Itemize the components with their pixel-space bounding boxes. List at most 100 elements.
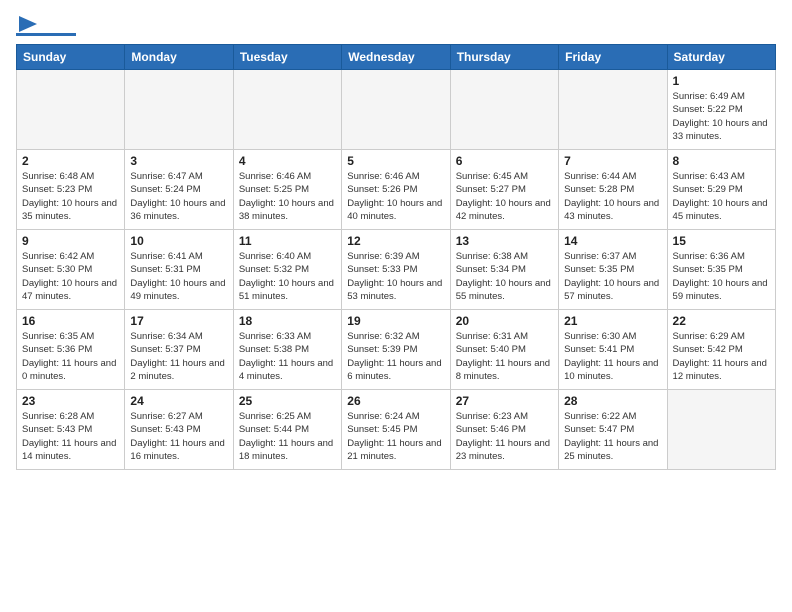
day-info: Sunrise: 6:29 AM Sunset: 5:42 PM Dayligh…	[673, 330, 770, 383]
day-number: 23	[22, 394, 119, 408]
weekday-header-row: SundayMondayTuesdayWednesdayThursdayFrid…	[17, 45, 776, 70]
calendar-day-cell: 7Sunrise: 6:44 AM Sunset: 5:28 PM Daylig…	[559, 150, 667, 230]
day-info: Sunrise: 6:30 AM Sunset: 5:41 PM Dayligh…	[564, 330, 661, 383]
day-info: Sunrise: 6:23 AM Sunset: 5:46 PM Dayligh…	[456, 410, 553, 463]
day-info: Sunrise: 6:25 AM Sunset: 5:44 PM Dayligh…	[239, 410, 336, 463]
calendar-day-cell: 26 Sunrise: 6:24 AM Sunset: 5:45 PM Dayli…	[342, 390, 450, 470]
calendar-day-cell: 17 Sunrise: 6:34 AM Sunset: 5:37 PM Dayli…	[125, 310, 233, 390]
day-number: 15	[673, 234, 770, 248]
calendar-day-cell: 10 Sunrise: 6:41 AM Sunset: 5:31 PM Dayli…	[125, 230, 233, 310]
page-container: SundayMondayTuesdayWednesdayThursdayFrid…	[0, 0, 792, 478]
logo-arrow-icon	[19, 16, 37, 32]
logo	[16, 16, 76, 36]
day-info: Sunrise: 6:43 AM Sunset: 5:29 PM Dayligh…	[673, 170, 770, 223]
day-info: Sunrise: 6:45 AM Sunset: 5:27 PM Dayligh…	[456, 170, 553, 223]
calendar-week-row: 9 Sunrise: 6:42 AM Sunset: 5:30 PM Daylig…	[17, 230, 776, 310]
day-number: 5	[347, 154, 444, 168]
day-number: 9	[22, 234, 119, 248]
calendar-week-row: 2 Sunrise: 6:48 AM Sunset: 5:23 PM Daylig…	[17, 150, 776, 230]
day-number: 13	[456, 234, 553, 248]
day-number: 14	[564, 234, 661, 248]
day-number: 20	[456, 314, 553, 328]
header	[16, 16, 776, 36]
calendar-day-cell: 14 Sunrise: 6:37 AM Sunset: 5:35 PM Dayli…	[559, 230, 667, 310]
calendar-day-cell: 6 Sunrise: 6:45 AM Sunset: 5:27 PM Daylig…	[450, 150, 558, 230]
day-info: Sunrise: 6:46 AM Sunset: 5:26 PM Dayligh…	[347, 170, 444, 223]
day-number: 1	[673, 74, 770, 88]
day-number: 12	[347, 234, 444, 248]
weekday-header-thursday: Thursday	[450, 45, 558, 70]
calendar-day-cell: 16 Sunrise: 6:35 AM Sunset: 5:36 PM Dayli…	[17, 310, 125, 390]
calendar-day-cell: 18 Sunrise: 6:33 AM Sunset: 5:38 PM Dayli…	[233, 310, 341, 390]
day-info: Sunrise: 6:31 AM Sunset: 5:40 PM Dayligh…	[456, 330, 553, 383]
calendar-day-cell: 20 Sunrise: 6:31 AM Sunset: 5:40 PM Dayli…	[450, 310, 558, 390]
day-info: Sunrise: 6:32 AM Sunset: 5:39 PM Dayligh…	[347, 330, 444, 383]
calendar-day-cell: 15 Sunrise: 6:36 AM Sunset: 5:35 PM Dayli…	[667, 230, 775, 310]
day-info: Sunrise: 6:47 AM Sunset: 5:24 PM Dayligh…	[130, 170, 227, 223]
calendar-day-cell: 9 Sunrise: 6:42 AM Sunset: 5:30 PM Daylig…	[17, 230, 125, 310]
calendar-day-cell	[233, 70, 341, 150]
calendar-day-cell: 21 Sunrise: 6:30 AM Sunset: 5:41 PM Dayli…	[559, 310, 667, 390]
calendar-day-cell: 3Sunrise: 6:47 AM Sunset: 5:24 PM Daylig…	[125, 150, 233, 230]
calendar-day-cell: 13Sunrise: 6:38 AM Sunset: 5:34 PM Dayli…	[450, 230, 558, 310]
day-info: Sunrise: 6:37 AM Sunset: 5:35 PM Dayligh…	[564, 250, 661, 303]
day-number: 26	[347, 394, 444, 408]
day-info: Sunrise: 6:36 AM Sunset: 5:35 PM Dayligh…	[673, 250, 770, 303]
day-number: 24	[130, 394, 227, 408]
calendar-day-cell: 23 Sunrise: 6:28 AM Sunset: 5:43 PM Dayli…	[17, 390, 125, 470]
day-number: 25	[239, 394, 336, 408]
weekday-header-tuesday: Tuesday	[233, 45, 341, 70]
calendar-day-cell	[559, 70, 667, 150]
calendar-day-cell	[450, 70, 558, 150]
day-number: 2	[22, 154, 119, 168]
day-number: 21	[564, 314, 661, 328]
day-info: Sunrise: 6:42 AM Sunset: 5:30 PM Dayligh…	[22, 250, 119, 303]
calendar-day-cell: 8 Sunrise: 6:43 AM Sunset: 5:29 PM Daylig…	[667, 150, 775, 230]
calendar-day-cell: 28Sunrise: 6:22 AM Sunset: 5:47 PM Dayli…	[559, 390, 667, 470]
calendar-day-cell	[342, 70, 450, 150]
day-info: Sunrise: 6:28 AM Sunset: 5:43 PM Dayligh…	[22, 410, 119, 463]
calendar-table: SundayMondayTuesdayWednesdayThursdayFrid…	[16, 44, 776, 470]
day-number: 28	[564, 394, 661, 408]
day-number: 18	[239, 314, 336, 328]
day-info: Sunrise: 6:39 AM Sunset: 5:33 PM Dayligh…	[347, 250, 444, 303]
calendar-day-cell: 1 Sunrise: 6:49 AM Sunset: 5:22 PM Daylig…	[667, 70, 775, 150]
calendar-day-cell: 5 Sunrise: 6:46 AM Sunset: 5:26 PM Daylig…	[342, 150, 450, 230]
day-info: Sunrise: 6:49 AM Sunset: 5:22 PM Dayligh…	[673, 90, 770, 143]
day-info: Sunrise: 6:33 AM Sunset: 5:38 PM Dayligh…	[239, 330, 336, 383]
calendar-day-cell: 24Sunrise: 6:27 AM Sunset: 5:43 PM Dayli…	[125, 390, 233, 470]
weekday-header-wednesday: Wednesday	[342, 45, 450, 70]
calendar-week-row: 1 Sunrise: 6:49 AM Sunset: 5:22 PM Daylig…	[17, 70, 776, 150]
calendar-day-cell: 27 Sunrise: 6:23 AM Sunset: 5:46 PM Dayli…	[450, 390, 558, 470]
calendar-day-cell: 11Sunrise: 6:40 AM Sunset: 5:32 PM Dayli…	[233, 230, 341, 310]
calendar-day-cell: 4Sunrise: 6:46 AM Sunset: 5:25 PM Daylig…	[233, 150, 341, 230]
weekday-header-sunday: Sunday	[17, 45, 125, 70]
calendar-day-cell: 22 Sunrise: 6:29 AM Sunset: 5:42 PM Dayli…	[667, 310, 775, 390]
day-number: 16	[22, 314, 119, 328]
day-info: Sunrise: 6:41 AM Sunset: 5:31 PM Dayligh…	[130, 250, 227, 303]
weekday-header-saturday: Saturday	[667, 45, 775, 70]
calendar-day-cell: 25 Sunrise: 6:25 AM Sunset: 5:44 PM Dayli…	[233, 390, 341, 470]
day-info: Sunrise: 6:48 AM Sunset: 5:23 PM Dayligh…	[22, 170, 119, 223]
weekday-header-monday: Monday	[125, 45, 233, 70]
day-info: Sunrise: 6:46 AM Sunset: 5:25 PM Dayligh…	[239, 170, 336, 223]
day-info: Sunrise: 6:35 AM Sunset: 5:36 PM Dayligh…	[22, 330, 119, 383]
day-info: Sunrise: 6:34 AM Sunset: 5:37 PM Dayligh…	[130, 330, 227, 383]
day-number: 19	[347, 314, 444, 328]
day-number: 10	[130, 234, 227, 248]
day-number: 22	[673, 314, 770, 328]
day-info: Sunrise: 6:24 AM Sunset: 5:45 PM Dayligh…	[347, 410, 444, 463]
day-number: 17	[130, 314, 227, 328]
calendar-day-cell: 12 Sunrise: 6:39 AM Sunset: 5:33 PM Dayli…	[342, 230, 450, 310]
day-number: 6	[456, 154, 553, 168]
logo-underline	[16, 33, 76, 36]
day-number: 27	[456, 394, 553, 408]
day-number: 8	[673, 154, 770, 168]
weekday-header-friday: Friday	[559, 45, 667, 70]
day-info: Sunrise: 6:44 AM Sunset: 5:28 PM Dayligh…	[564, 170, 661, 223]
day-info: Sunrise: 6:40 AM Sunset: 5:32 PM Dayligh…	[239, 250, 336, 303]
calendar-day-cell	[125, 70, 233, 150]
calendar-day-cell: 19 Sunrise: 6:32 AM Sunset: 5:39 PM Dayli…	[342, 310, 450, 390]
calendar-day-cell	[17, 70, 125, 150]
calendar-week-row: 23 Sunrise: 6:28 AM Sunset: 5:43 PM Dayli…	[17, 390, 776, 470]
